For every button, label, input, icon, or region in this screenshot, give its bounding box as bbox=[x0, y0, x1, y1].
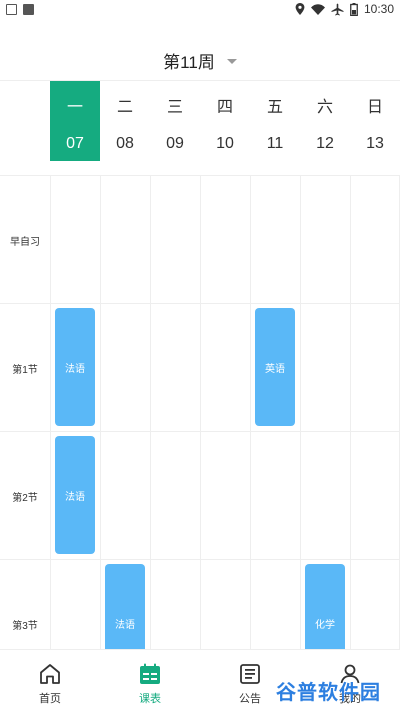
grid-column-line bbox=[150, 175, 151, 649]
day-name: 四 bbox=[216, 99, 233, 116]
location-icon bbox=[295, 3, 305, 15]
day-date: 09 bbox=[166, 135, 184, 152]
tab-timetable[interactable]: 课表 bbox=[100, 650, 200, 711]
day-name: 六 bbox=[316, 99, 333, 116]
gallery-notification-icon bbox=[6, 4, 17, 15]
course-card[interactable]: 法语 bbox=[55, 308, 95, 426]
timetable-grid: 早自习 第1节 第2节 第3节 法语 英语 法语 法语 化学 bbox=[0, 175, 400, 649]
day-name: 五 bbox=[266, 99, 283, 116]
notice-icon bbox=[240, 664, 260, 684]
tab-home[interactable]: 首页 bbox=[0, 650, 100, 711]
app-notification-icon bbox=[23, 4, 34, 15]
timetable-icon bbox=[140, 663, 160, 684]
grid-column-line bbox=[350, 175, 351, 649]
watermark-logo: 谷普软件园 bbox=[276, 682, 381, 704]
period-label: 第1节 bbox=[12, 365, 38, 376]
course-card[interactable]: 法语 bbox=[55, 436, 95, 554]
day-column-5[interactable]: 六 12 bbox=[300, 81, 350, 161]
course-card[interactable]: 法语 bbox=[105, 564, 145, 649]
grid-column-line bbox=[250, 175, 251, 649]
battery-icon bbox=[350, 2, 358, 16]
period-label: 早自习 bbox=[10, 237, 40, 248]
tab-label-home: 首页 bbox=[39, 693, 61, 705]
day-column-0[interactable]: 一 07 bbox=[50, 81, 100, 161]
day-column-4[interactable]: 五 11 bbox=[250, 81, 300, 161]
day-column-2[interactable]: 三 09 bbox=[150, 81, 200, 161]
period-label: 第2节 bbox=[12, 493, 38, 504]
airplane-mode-icon bbox=[331, 3, 344, 15]
day-name: 一 bbox=[66, 99, 83, 116]
wifi-icon bbox=[310, 3, 325, 15]
grid-column-line bbox=[50, 175, 51, 649]
status-bar: 10:30 bbox=[0, 0, 400, 20]
grid-column-line bbox=[300, 175, 301, 649]
day-name: 日 bbox=[366, 99, 383, 116]
course-card[interactable]: 化学 bbox=[305, 564, 345, 649]
day-date: 08 bbox=[116, 135, 134, 152]
home-icon bbox=[40, 664, 60, 684]
day-column-1[interactable]: 二 08 bbox=[100, 81, 150, 161]
caret-down-icon[interactable] bbox=[226, 58, 237, 64]
status-time: 10:30 bbox=[363, 2, 394, 16]
day-column-3[interactable]: 四 10 bbox=[200, 81, 250, 161]
period-label: 第3节 bbox=[12, 621, 38, 632]
day-name: 三 bbox=[166, 99, 183, 116]
day-date: 10 bbox=[216, 135, 234, 152]
day-date: 13 bbox=[366, 135, 384, 152]
grid-column-line bbox=[200, 175, 201, 649]
grid-column-line bbox=[100, 175, 101, 649]
tab-label-timetable: 课表 bbox=[139, 693, 161, 705]
tab-label-notice: 公告 bbox=[239, 693, 261, 705]
day-column-6[interactable]: 日 13 bbox=[350, 81, 400, 161]
day-header: 一 07 二 08 三 09 四 10 五 11 六 12 日 13 bbox=[0, 80, 400, 161]
day-date: 11 bbox=[266, 135, 284, 152]
week-title[interactable]: 第11周 bbox=[163, 48, 215, 73]
day-date: 07 bbox=[66, 135, 84, 152]
day-date: 12 bbox=[316, 135, 334, 152]
week-selector[interactable]: 第11周 bbox=[0, 44, 400, 76]
day-name: 二 bbox=[116, 99, 133, 116]
course-card[interactable]: 英语 bbox=[255, 308, 295, 426]
